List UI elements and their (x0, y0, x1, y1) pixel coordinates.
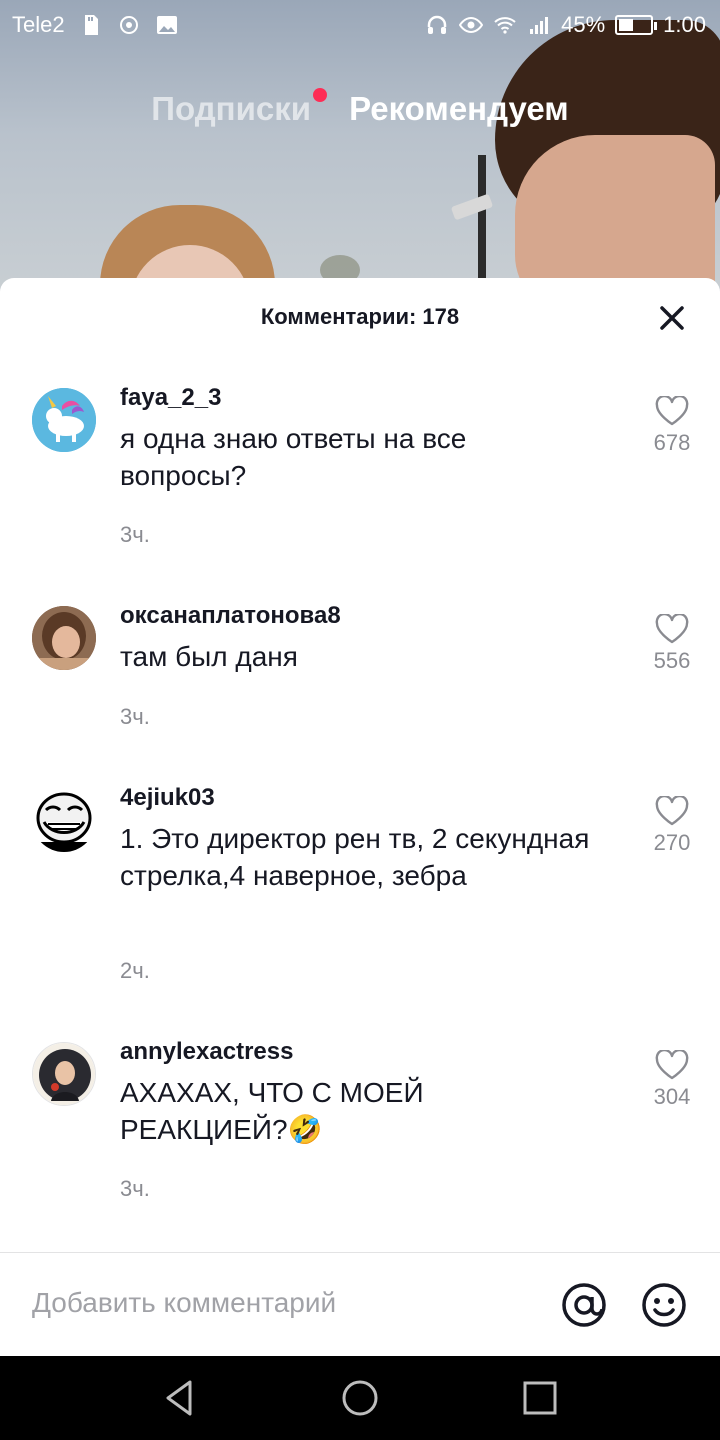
eye-icon (459, 16, 484, 34)
comments-sheet: Комментарии: 178 faya_2_3 я одна знаю от… (0, 278, 720, 1356)
avatar[interactable] (32, 606, 96, 670)
heart-icon (655, 1050, 689, 1080)
heart-icon (655, 796, 689, 826)
video-pole-arm (450, 193, 494, 221)
like-button[interactable]: 556 (640, 614, 704, 674)
comment-input[interactable]: Добавить комментарий (32, 1287, 336, 1319)
wifi-icon (494, 17, 516, 34)
comments-title: Комментарии: 178 (260, 304, 460, 329)
comment-username[interactable]: annylexactress (120, 1038, 293, 1066)
like-button[interactable]: 270 (640, 796, 704, 856)
like-count: 556 (653, 648, 691, 673)
comment-text: АХАХАХ, ЧТО С МОЕЙ РЕАКЦИЕЙ?🤣 (120, 1077, 424, 1145)
trollface-avatar-icon (32, 788, 96, 852)
carrier-label: Tele2 (12, 12, 65, 37)
tab-following[interactable]: Подписки (151, 88, 328, 128)
like-count: 270 (653, 830, 691, 855)
tab-following-label: Подписки (151, 90, 312, 127)
video-person-face (515, 135, 715, 300)
comment-time: 3ч. (120, 522, 150, 547)
comment-time: 3ч. (120, 704, 150, 729)
navigation-bar (0, 1356, 720, 1440)
comment-username[interactable]: faya_2_3 (120, 384, 221, 412)
comment-username[interactable]: 4ejiuk03 (120, 784, 215, 812)
comment-username[interactable]: оксанаплатонова8 (120, 602, 341, 630)
image-icon (156, 16, 177, 34)
top-tabs: Подписки Рекомендуем (0, 88, 720, 128)
battery-icon (615, 15, 658, 35)
user-photo-icon (33, 1043, 95, 1105)
comment-input-bar: Добавить комментарий (0, 1252, 720, 1356)
avatar[interactable] (32, 1042, 96, 1106)
like-count: 304 (653, 1084, 691, 1109)
notification-icon (119, 16, 138, 34)
signal-icon (530, 17, 549, 34)
user-photo-icon (32, 606, 96, 670)
like-button[interactable]: 304 (640, 1050, 704, 1110)
like-button[interactable]: 678 (640, 396, 704, 456)
unicorn-avatar-icon (32, 388, 96, 452)
clock: 1:00 (663, 12, 706, 37)
new-content-dot (313, 88, 328, 102)
comment-time: 2ч. (120, 958, 150, 983)
heart-icon (655, 614, 689, 644)
heart-icon (655, 396, 689, 426)
avatar[interactable] (32, 788, 96, 852)
smiley-icon[interactable] (640, 1281, 688, 1329)
back-icon[interactable] (158, 1376, 202, 1420)
battery-percent: 45% (561, 12, 606, 37)
recents-icon[interactable] (518, 1376, 562, 1420)
home-icon[interactable] (338, 1376, 382, 1420)
close-icon[interactable] (658, 304, 686, 332)
comment-text: там был даня (120, 641, 298, 672)
headphones-icon (427, 15, 447, 34)
comment-text: я одна знаю ответы на все вопросы? (120, 423, 467, 491)
at-icon[interactable] (560, 1281, 608, 1329)
comments-header: Комментарии: 178 (0, 278, 720, 358)
sd-card-icon (84, 15, 98, 35)
avatar[interactable] (32, 388, 96, 452)
like-count: 678 (653, 430, 691, 455)
tab-for-you[interactable]: Рекомендуем (349, 90, 569, 128)
comment-time: 3ч. (120, 1176, 150, 1201)
status-bar: Tele2 45% 1:00 (0, 0, 720, 50)
comment-text: 1. Это директор рен тв, 2 секундная стре… (120, 823, 590, 891)
